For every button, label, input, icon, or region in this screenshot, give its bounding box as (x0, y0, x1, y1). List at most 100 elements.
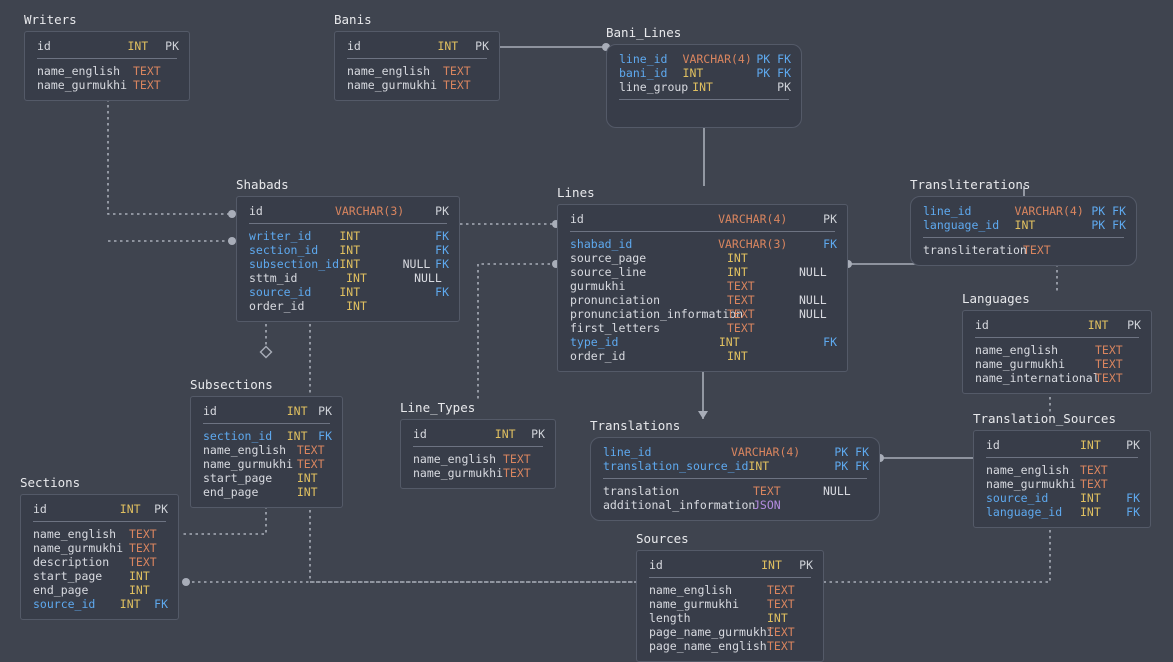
table-body[interactable]: id INT PK name_english TEXT name_gurmukhi TEXT (400, 419, 556, 489)
column-name: writer_id (249, 229, 312, 243)
column-row: translation_source_id INT PK FK (591, 459, 879, 473)
table-node-banis[interactable]: Banis id INT PK name_english TEXT name_gurmukh… (334, 13, 500, 101)
table-node-shabads[interactable]: Shabads id VARCHAR(3) PK writer_id INT FK secti… (236, 178, 460, 322)
relationship-edge-shabads-lines (460, 220, 560, 228)
column-type: TEXT (296, 457, 325, 471)
column-name: id (37, 39, 51, 53)
column-row: start_page INT (21, 569, 178, 583)
column-name: name_gurmukhi (33, 541, 124, 555)
column-name: name_gurmukhi (413, 466, 504, 480)
column-row: gurmukhi TEXT (558, 279, 847, 293)
table-body[interactable]: id VARCHAR(3) PK writer_id INT FK section_id IN… (236, 196, 460, 322)
column-type: TEXT (443, 64, 471, 78)
column-name: end_page (203, 485, 259, 499)
column-row: name_gurmukhi TEXT (335, 78, 499, 92)
column-name: name_gurmukhi (975, 357, 1066, 371)
column-row: name_english TEXT (335, 64, 499, 78)
column-name: start_page (203, 471, 273, 485)
table-body[interactable]: line_id VARCHAR(4) PK FK language_id INT PK F… (910, 196, 1137, 266)
column-row: order_id INT (558, 349, 847, 363)
column-name: id (413, 427, 427, 441)
column-type: TEXT (727, 293, 755, 307)
table-node-lines[interactable]: Lines id VARCHAR(4) PK shabad_id VARCHAR(3) FK… (557, 186, 848, 372)
column-name: name_english (413, 452, 497, 466)
table-node-line_types[interactable]: Line_Types id INT PK name_english TEXT name_gu… (400, 401, 556, 489)
relationship-edge-sections-shabads (108, 237, 236, 245)
column-nullable: NULL (414, 271, 442, 285)
column-name: source_id (33, 597, 96, 611)
column-row: transliteration TEXT (911, 243, 1136, 257)
table-body[interactable]: id INT PK section_id INT FK name_english TEXT na… (190, 396, 343, 508)
table-body[interactable]: id VARCHAR(4) PK shabad_id VARCHAR(3) FK sourc… (557, 204, 848, 372)
table-node-writers[interactable]: Writers id INT PK name_english TEXT name_gurmu… (24, 13, 190, 101)
column-type: INT (339, 229, 361, 243)
key-column-divider (37, 58, 177, 59)
column-key-flags: PK (823, 212, 837, 226)
column-name: id (203, 404, 217, 418)
table-body[interactable]: id INT PK name_english TEXT name_gurmukhi TEXT… (973, 430, 1151, 528)
column-name: subsection_id (249, 257, 340, 271)
column-name: source_id (249, 285, 312, 299)
column-name: additional_information (603, 498, 756, 512)
column-row: name_english TEXT (401, 452, 555, 466)
table-title: Subsections (190, 377, 273, 392)
table-node-translation_sources[interactable]: Translation_Sources id INT PK name_english TE… (973, 412, 1151, 528)
column-name: start_page (33, 569, 103, 583)
column-row: name_english TEXT (191, 443, 342, 457)
column-row: page_name_english TEXT (637, 639, 823, 653)
column-key-flags: FK (435, 243, 449, 257)
column-key-flags: PK (1126, 438, 1140, 452)
column-key-flags: PK (799, 558, 813, 572)
column-row: name_english TEXT (974, 463, 1150, 477)
table-node-transliterations[interactable]: Transliterations line_id VARCHAR(4) PK FK la… (910, 178, 1137, 266)
table-node-translations[interactable]: Translations line_id VARCHAR(4) PK FK transl… (590, 419, 880, 521)
table-trailing-space (607, 105, 801, 119)
edge-endpoint-dot (228, 237, 236, 245)
column-type: TEXT (767, 639, 795, 653)
table-body[interactable]: id INT PK name_english TEXT name_gurmukhi TEXT… (20, 494, 179, 620)
column-type: INT (286, 429, 308, 443)
column-name: language_id (923, 218, 1000, 232)
table-body[interactable]: id INT PK name_english TEXT name_gurmukhi TEXT (334, 31, 500, 101)
column-row: type_id INT FK (558, 335, 847, 349)
key-column-divider (986, 457, 1138, 458)
column-type: TEXT (1080, 463, 1108, 477)
table-body[interactable]: line_id VARCHAR(4) PK FK translation_source… (590, 437, 880, 521)
table-body[interactable]: id INT PK name_english TEXT name_gurmukhi TEXT… (636, 550, 824, 662)
er-diagram-canvas[interactable]: Writers id INT PK name_english TEXT name_gurmu… (0, 0, 1173, 662)
table-body[interactable]: line_id VARCHAR(4) PK FK bani_id INT PK FK lin… (606, 44, 802, 128)
table-title: Translation_Sources (973, 411, 1116, 426)
column-type: TEXT (727, 279, 755, 293)
table-title: Banis (334, 12, 372, 27)
column-key-flags: PK FK (1091, 218, 1126, 232)
table-node-bani_lines[interactable]: Bani_Lines line_id VARCHAR(4) PK FK bani_id I… (606, 26, 802, 128)
table-body[interactable]: id INT PK name_english TEXT name_gurmukhi TEXT (24, 31, 190, 101)
table-body[interactable]: id INT PK name_english TEXT name_gurmukhi TEXT… (962, 310, 1152, 394)
column-key-flags: FK (318, 429, 332, 443)
relationship-edge-sections-sources (182, 578, 636, 586)
column-name: name_english (347, 64, 431, 78)
column-name: id (249, 204, 263, 218)
column-type: INT (727, 265, 748, 279)
column-type: TEXT (296, 443, 325, 457)
column-type: VARCHAR(4) (718, 212, 788, 226)
column-row: id INT PK (974, 438, 1150, 452)
column-row: language_id INT FK (974, 505, 1150, 519)
key-column-divider (923, 237, 1124, 238)
column-key-flags: FK (435, 257, 449, 271)
column-row: end_page INT (21, 583, 178, 597)
column-type: INT (727, 349, 748, 363)
table-node-sections[interactable]: Sections id INT PK name_english TEXT name_gurm… (20, 476, 179, 620)
column-type: INT (339, 285, 361, 299)
relationship-edge-translations-translation_src (876, 454, 973, 462)
column-type: VARCHAR(3) (718, 237, 788, 251)
table-title: Line_Types (400, 400, 476, 415)
table-node-subsections[interactable]: Subsections id INT PK section_id INT FK name_en… (190, 378, 343, 508)
table-node-sources[interactable]: Sources id INT PK name_english TEXT name_gurmu… (636, 532, 824, 662)
column-key-flags: PK (531, 427, 545, 441)
table-node-languages[interactable]: Languages id INT PK name_english TEXT name_gur… (962, 292, 1152, 394)
column-name: name_english (37, 64, 121, 78)
column-type: INT (296, 471, 318, 485)
column-type: INT (129, 569, 150, 583)
column-name: name_gurmukhi (347, 78, 438, 92)
